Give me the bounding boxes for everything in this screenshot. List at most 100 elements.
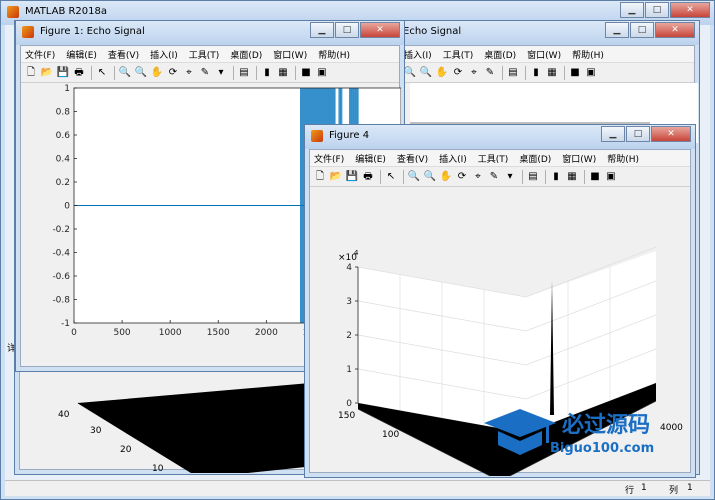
figure1-xtick-3: 1500 [207,328,230,338]
hide-plot-tools-icon[interactable]: ■ [588,170,602,184]
brush-icon[interactable]: ✎ [198,66,212,80]
menu-insert[interactable]: 插入(I) [150,48,178,61]
figure1-titlebar[interactable]: Figure 1: Echo Signal ▁ □ ✕ [16,21,404,45]
status-bar: 行 1 列 1 [5,480,710,496]
menu-desktop[interactable]: 桌面(D) [230,48,262,61]
close-button[interactable]: ✕ [670,2,710,18]
show-plot-tools-icon[interactable]: ▣ [604,170,618,184]
menu-window[interactable]: 窗口(W) [273,48,307,61]
figure4-title: Figure 4 [329,130,370,141]
figure4-maximize-button[interactable]: □ [626,126,650,142]
figure1-xtick-4: 2000 [255,328,278,338]
figure4-z-ticks: 4 3 2 1 0 [346,263,358,409]
figure1-xtick-1: 500 [113,328,130,338]
new-figure-icon[interactable]: 🗋 [24,66,38,80]
zoom-in-icon[interactable]: 🔍 [118,66,132,80]
pan-icon[interactable]: ✋ [435,66,449,80]
figure4-ztick-3: 1 [346,365,352,375]
menu-help[interactable]: 帮助(H) [318,48,350,61]
menu-tools[interactable]: 工具(T) [189,48,220,61]
data-cursor-icon[interactable]: ⌖ [471,170,485,184]
menu-file[interactable]: 文件(F) [314,152,344,165]
data-cursor-icon[interactable]: ⌖ [182,66,196,80]
figure4-minimize-button[interactable]: ▁ [601,126,625,142]
link-plot-icon[interactable]: ▤ [237,66,251,80]
colorbar-icon[interactable]: ▮ [260,66,274,80]
figure2-menu-insert[interactable]: 插入(I) [404,48,432,61]
figure4-ztick-1: 3 [346,297,352,307]
figure2-menu-window[interactable]: 窗口(W) [527,48,561,61]
legend-icon[interactable]: ▦ [545,66,559,80]
figure4-ztick-4: 0 [346,399,352,409]
figure1-minimize-button[interactable]: ▁ [310,22,334,38]
colorbar-icon[interactable]: ▮ [529,66,543,80]
figure2-ytick-0: 40 [58,410,70,420]
figure4-menubar: 文件(F) 编辑(E) 查看(V) 插入(I) 工具(T) 桌面(D) 窗口(W… [310,150,690,166]
figure4-z-exponent: 4 [354,249,359,257]
hide-plot-tools-icon[interactable]: ■ [299,66,313,80]
brush-icon[interactable]: ✎ [487,170,501,184]
rotate-icon[interactable]: ⟳ [455,170,469,184]
figure1-ytick-0: 1 [64,84,70,94]
pan-icon[interactable]: ✋ [150,66,164,80]
link-plot-icon[interactable]: ▤ [526,170,540,184]
figure1-ytick-7: -0.4 [52,249,70,259]
data-cursor-icon[interactable]: ⌖ [467,66,481,80]
minimize-button[interactable]: ▁ [620,2,644,18]
menu-window[interactable]: 窗口(W) [562,152,596,165]
new-figure-icon[interactable]: 🗋 [313,170,327,184]
figure1-maximize-button[interactable]: □ [335,22,359,38]
menu-view[interactable]: 查看(V) [397,152,428,165]
menu-desktop[interactable]: 桌面(D) [519,152,551,165]
figure1-xtick-2: 1000 [159,328,182,338]
figure2-close-button[interactable]: ✕ [655,22,695,38]
zoom-in-icon[interactable]: 🔍 [403,66,417,80]
colorbar-icon[interactable]: ▮ [549,170,563,184]
legend-icon[interactable]: ▦ [565,170,579,184]
figure4-close-button[interactable]: ✕ [651,126,691,142]
menu-tools[interactable]: 工具(T) [478,152,509,165]
figure2-xtick-1: 1 [266,462,272,472]
dropdown-arrow-icon[interactable]: ▾ [503,170,517,184]
save-icon[interactable]: 💾 [56,66,70,80]
maximize-button[interactable]: □ [645,2,669,18]
figure2-menu-desktop[interactable]: 桌面(D) [484,48,516,61]
open-file-icon[interactable]: 📂 [329,170,343,184]
figure1-close-button[interactable]: ✕ [360,22,400,38]
rotate-icon[interactable]: ⟳ [166,66,180,80]
menu-help[interactable]: 帮助(H) [607,152,639,165]
figure2-minimize-button[interactable]: ▁ [605,22,629,38]
edit-plot-arrow-icon[interactable]: ↖ [384,170,398,184]
edit-plot-arrow-icon[interactable]: ↖ [95,66,109,80]
zoom-out-icon[interactable]: 🔍 [423,170,437,184]
figure4-titlebar[interactable]: Figure 4 ▁ □ ✕ [305,125,695,149]
open-file-icon[interactable]: 📂 [40,66,54,80]
watermark-url: Biguo100.com [550,441,655,456]
print-icon[interactable]: 🖶 [361,170,375,184]
menu-view[interactable]: 查看(V) [108,48,139,61]
print-icon[interactable]: 🖶 [72,66,86,80]
figure1-ytick-5: 0 [64,202,70,212]
brush-icon[interactable]: ✎ [483,66,497,80]
save-icon[interactable]: 💾 [345,170,359,184]
hide-plot-tools-icon[interactable]: ■ [568,66,582,80]
zoom-out-icon[interactable]: 🔍 [419,66,433,80]
figure2-maximize-button[interactable]: □ [630,22,654,38]
rotate-icon[interactable]: ⟳ [451,66,465,80]
figure4-ytick-1: 100 [382,430,399,440]
show-plot-tools-icon[interactable]: ▣ [315,66,329,80]
figure4-ytick-0: 150 [338,411,355,421]
dropdown-arrow-icon[interactable]: ▾ [214,66,228,80]
link-plot-icon[interactable]: ▤ [506,66,520,80]
zoom-in-icon[interactable]: 🔍 [407,170,421,184]
figure2-menu-tools[interactable]: 工具(T) [443,48,474,61]
pan-icon[interactable]: ✋ [439,170,453,184]
show-plot-tools-icon[interactable]: ▣ [584,66,598,80]
legend-icon[interactable]: ▦ [276,66,290,80]
menu-edit[interactable]: 编辑(E) [66,48,97,61]
figure2-menu-help[interactable]: 帮助(H) [572,48,604,61]
menu-file[interactable]: 文件(F) [25,48,55,61]
zoom-out-icon[interactable]: 🔍 [134,66,148,80]
menu-edit[interactable]: 编辑(E) [355,152,386,165]
menu-insert[interactable]: 插入(I) [439,152,467,165]
